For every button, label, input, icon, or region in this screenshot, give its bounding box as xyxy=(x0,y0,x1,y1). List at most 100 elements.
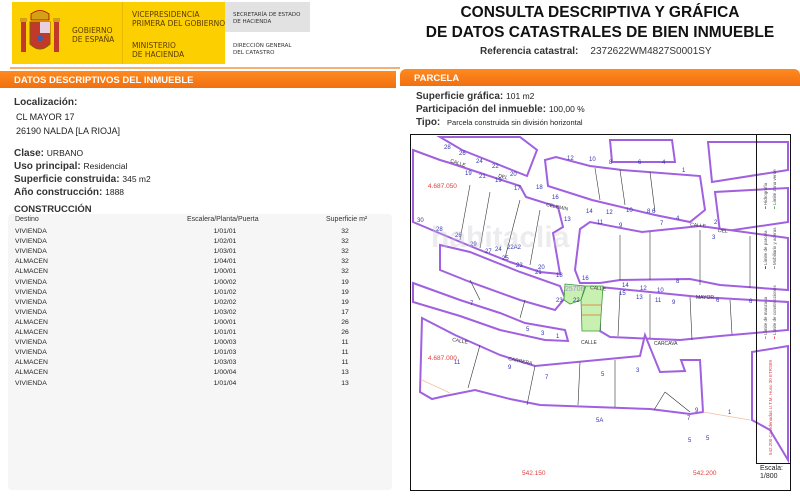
logo-text: DIRECCIÓN GENERAL xyxy=(233,43,292,49)
clase-value: URBANO xyxy=(46,148,84,158)
table-row: VIVIENDA 1/03/02 17 xyxy=(15,309,385,319)
parcel-number-label: 11 xyxy=(655,298,662,304)
planta-cell: 1/00/01 xyxy=(213,318,237,326)
parcel-number-label: 2 xyxy=(714,220,718,226)
coat-of-arms-icon xyxy=(20,10,60,52)
logo-text: DE ESPAÑA xyxy=(72,35,115,44)
destino-cell: VIVIENDA xyxy=(15,379,47,387)
parcel-reference-label: 25706 xyxy=(565,286,585,293)
anio-label: Año construcción: xyxy=(14,187,103,198)
parcel-number-label: 26 xyxy=(459,151,466,157)
cadastral-map[interactable]: CALLE DEL CELEMIN CALLE DEL CALLE MAYOR CALLE CA… xyxy=(410,134,791,491)
superficie-cell: 19 xyxy=(341,288,349,296)
coordinate-label: 542.200 xyxy=(693,470,717,477)
destino-cell: VIVIENDA xyxy=(15,278,47,286)
column-header: Escalera/Planta/Puerta xyxy=(187,216,259,223)
parcel-number-label: 14 xyxy=(586,209,593,215)
parcel-number-label: 1 xyxy=(682,168,686,174)
destino-cell: VIVIENDA xyxy=(15,349,47,357)
superficie-cell: 26 xyxy=(341,329,349,336)
parcel-number-label: 5 xyxy=(706,436,710,442)
watermark: habitaclia xyxy=(431,221,570,254)
planta-cell: 1/02/01 xyxy=(213,238,237,246)
page-subtitle: DE DATOS CATASTRALES DE BIEN INMUEBLE xyxy=(425,24,775,41)
legend-divider xyxy=(756,463,790,464)
participacion-label: Participación del inmueble: xyxy=(416,104,547,115)
destino-cell: ALMACEN xyxy=(15,369,48,377)
parcel-number-label: 17 xyxy=(514,186,521,192)
destino-cell: VIVIENDA xyxy=(15,248,47,256)
parcel-number-label: 18 xyxy=(536,185,543,191)
superficie-cell: 32 xyxy=(341,238,349,246)
parcel-number-label: 20 xyxy=(510,172,517,178)
superficie-label: Superficie construida: xyxy=(14,174,120,185)
planta-cell: 1/00/04 xyxy=(213,369,237,377)
table-row: ALMACEN 1/00/01 26 xyxy=(15,319,385,329)
legend-coord-note: 542.200 Coordenadas U.T.M. Huso 30 ETRS8… xyxy=(768,359,773,455)
planta-cell: 1/01/04 xyxy=(213,379,237,387)
address-line2: 26190 NALDA [LA RIOJA] xyxy=(16,126,121,136)
table-row: VIVIENDA 1/01/04 13 xyxy=(15,380,385,390)
anio-value: 1888 xyxy=(105,187,125,197)
table-row: ALMACEN 1/00/01 32 xyxy=(15,268,385,278)
legend-item: Límite de parcela xyxy=(763,230,768,266)
parcel-number-label: 22 xyxy=(573,298,580,304)
superficie-cell: 32 xyxy=(341,268,349,276)
table-row: VIVIENDA 1/01/03 11 xyxy=(15,349,385,359)
superficie-cell: 32 xyxy=(341,258,349,266)
parcel-number-label: 10 xyxy=(657,288,664,294)
planta-cell: 1/02/02 xyxy=(213,298,237,306)
planta-cell: 1/00/01 xyxy=(213,268,237,276)
planta-cell: 1/04/01 xyxy=(213,258,237,266)
planta-cell: 1/03/02 xyxy=(213,308,237,316)
parcel-number-label: 25 xyxy=(502,256,509,262)
planta-cell: 1/01/02 xyxy=(213,288,237,296)
parcel-number-label: 21 xyxy=(479,174,486,180)
parcel-number-label: 1 xyxy=(728,410,732,416)
table-row: ALMACEN 1/03/03 11 xyxy=(15,359,385,369)
planta-cell: 1/01/03 xyxy=(213,349,237,357)
coordinate-label: 4.687.000 xyxy=(428,355,457,362)
parcel-number-label: 12 xyxy=(567,156,574,162)
superficie-cell: 17 xyxy=(341,308,349,316)
superficie-cell: 11 xyxy=(341,339,349,347)
parcel-number-label: 23 xyxy=(556,298,563,304)
logo-text: SECRETARÍA DE ESTADO xyxy=(233,12,301,18)
parcel-number-label: 30 xyxy=(417,218,424,224)
parcel-number-label: 22 xyxy=(492,164,499,170)
parcel-number-label: 23 xyxy=(516,263,523,269)
parcel-number-label: 8 6 xyxy=(647,209,656,215)
map-legend: 542.200 Coordenadas U.T.M. Huso 30 ETRS8… xyxy=(763,169,777,455)
destino-cell: ALMACEN xyxy=(15,318,48,326)
planta-cell: 1/01/01 xyxy=(213,329,237,336)
logo-text: PRIMERA DEL GOBIERNO xyxy=(132,19,226,28)
divider xyxy=(10,67,400,69)
street-label: DEL xyxy=(718,228,728,235)
parcel-number-label: 11 xyxy=(597,220,604,226)
planta-cell: 1/00/03 xyxy=(213,339,237,347)
parcel-number-label: 16 xyxy=(552,195,559,201)
street-label: CARCAVA xyxy=(654,341,678,347)
coordinate-label: 542.150 xyxy=(522,470,546,477)
destino-cell: VIVIENDA xyxy=(15,238,47,246)
table-row: VIVIENDA 1/00/02 19 xyxy=(15,279,385,289)
parcel-number-label: 28 xyxy=(444,145,451,151)
parcel-number-label: 7 xyxy=(687,416,691,422)
ref-value: 2372622WM4827S0001SY xyxy=(590,46,712,57)
planta-cell: 1/03/01 xyxy=(213,248,237,256)
logo-text: DEL CATASTRO xyxy=(233,50,275,56)
section-header-datos: DATOS DESCRIPTIVOS DEL INMUEBLE xyxy=(0,71,396,88)
localizacion-label: Localización: xyxy=(14,97,78,108)
street-label: CALLE xyxy=(581,340,598,346)
participacion-value: 100,00 % xyxy=(548,104,585,114)
column-header: Destino xyxy=(15,216,39,223)
column-header: Superficie m² xyxy=(326,216,368,223)
planta-cell: 1/01/01 xyxy=(213,228,237,235)
table-row: VIVIENDA 1/00/03 11 xyxy=(15,339,385,349)
destino-cell: VIVIENDA xyxy=(15,228,47,235)
superficie-cell: 19 xyxy=(341,278,349,286)
coordinate-label: 4.687.050 xyxy=(428,183,457,190)
parcel-number-label: 10 xyxy=(626,208,633,214)
superficie-value: 345 m2 xyxy=(122,174,151,184)
superficie-cell: 13 xyxy=(341,379,349,387)
